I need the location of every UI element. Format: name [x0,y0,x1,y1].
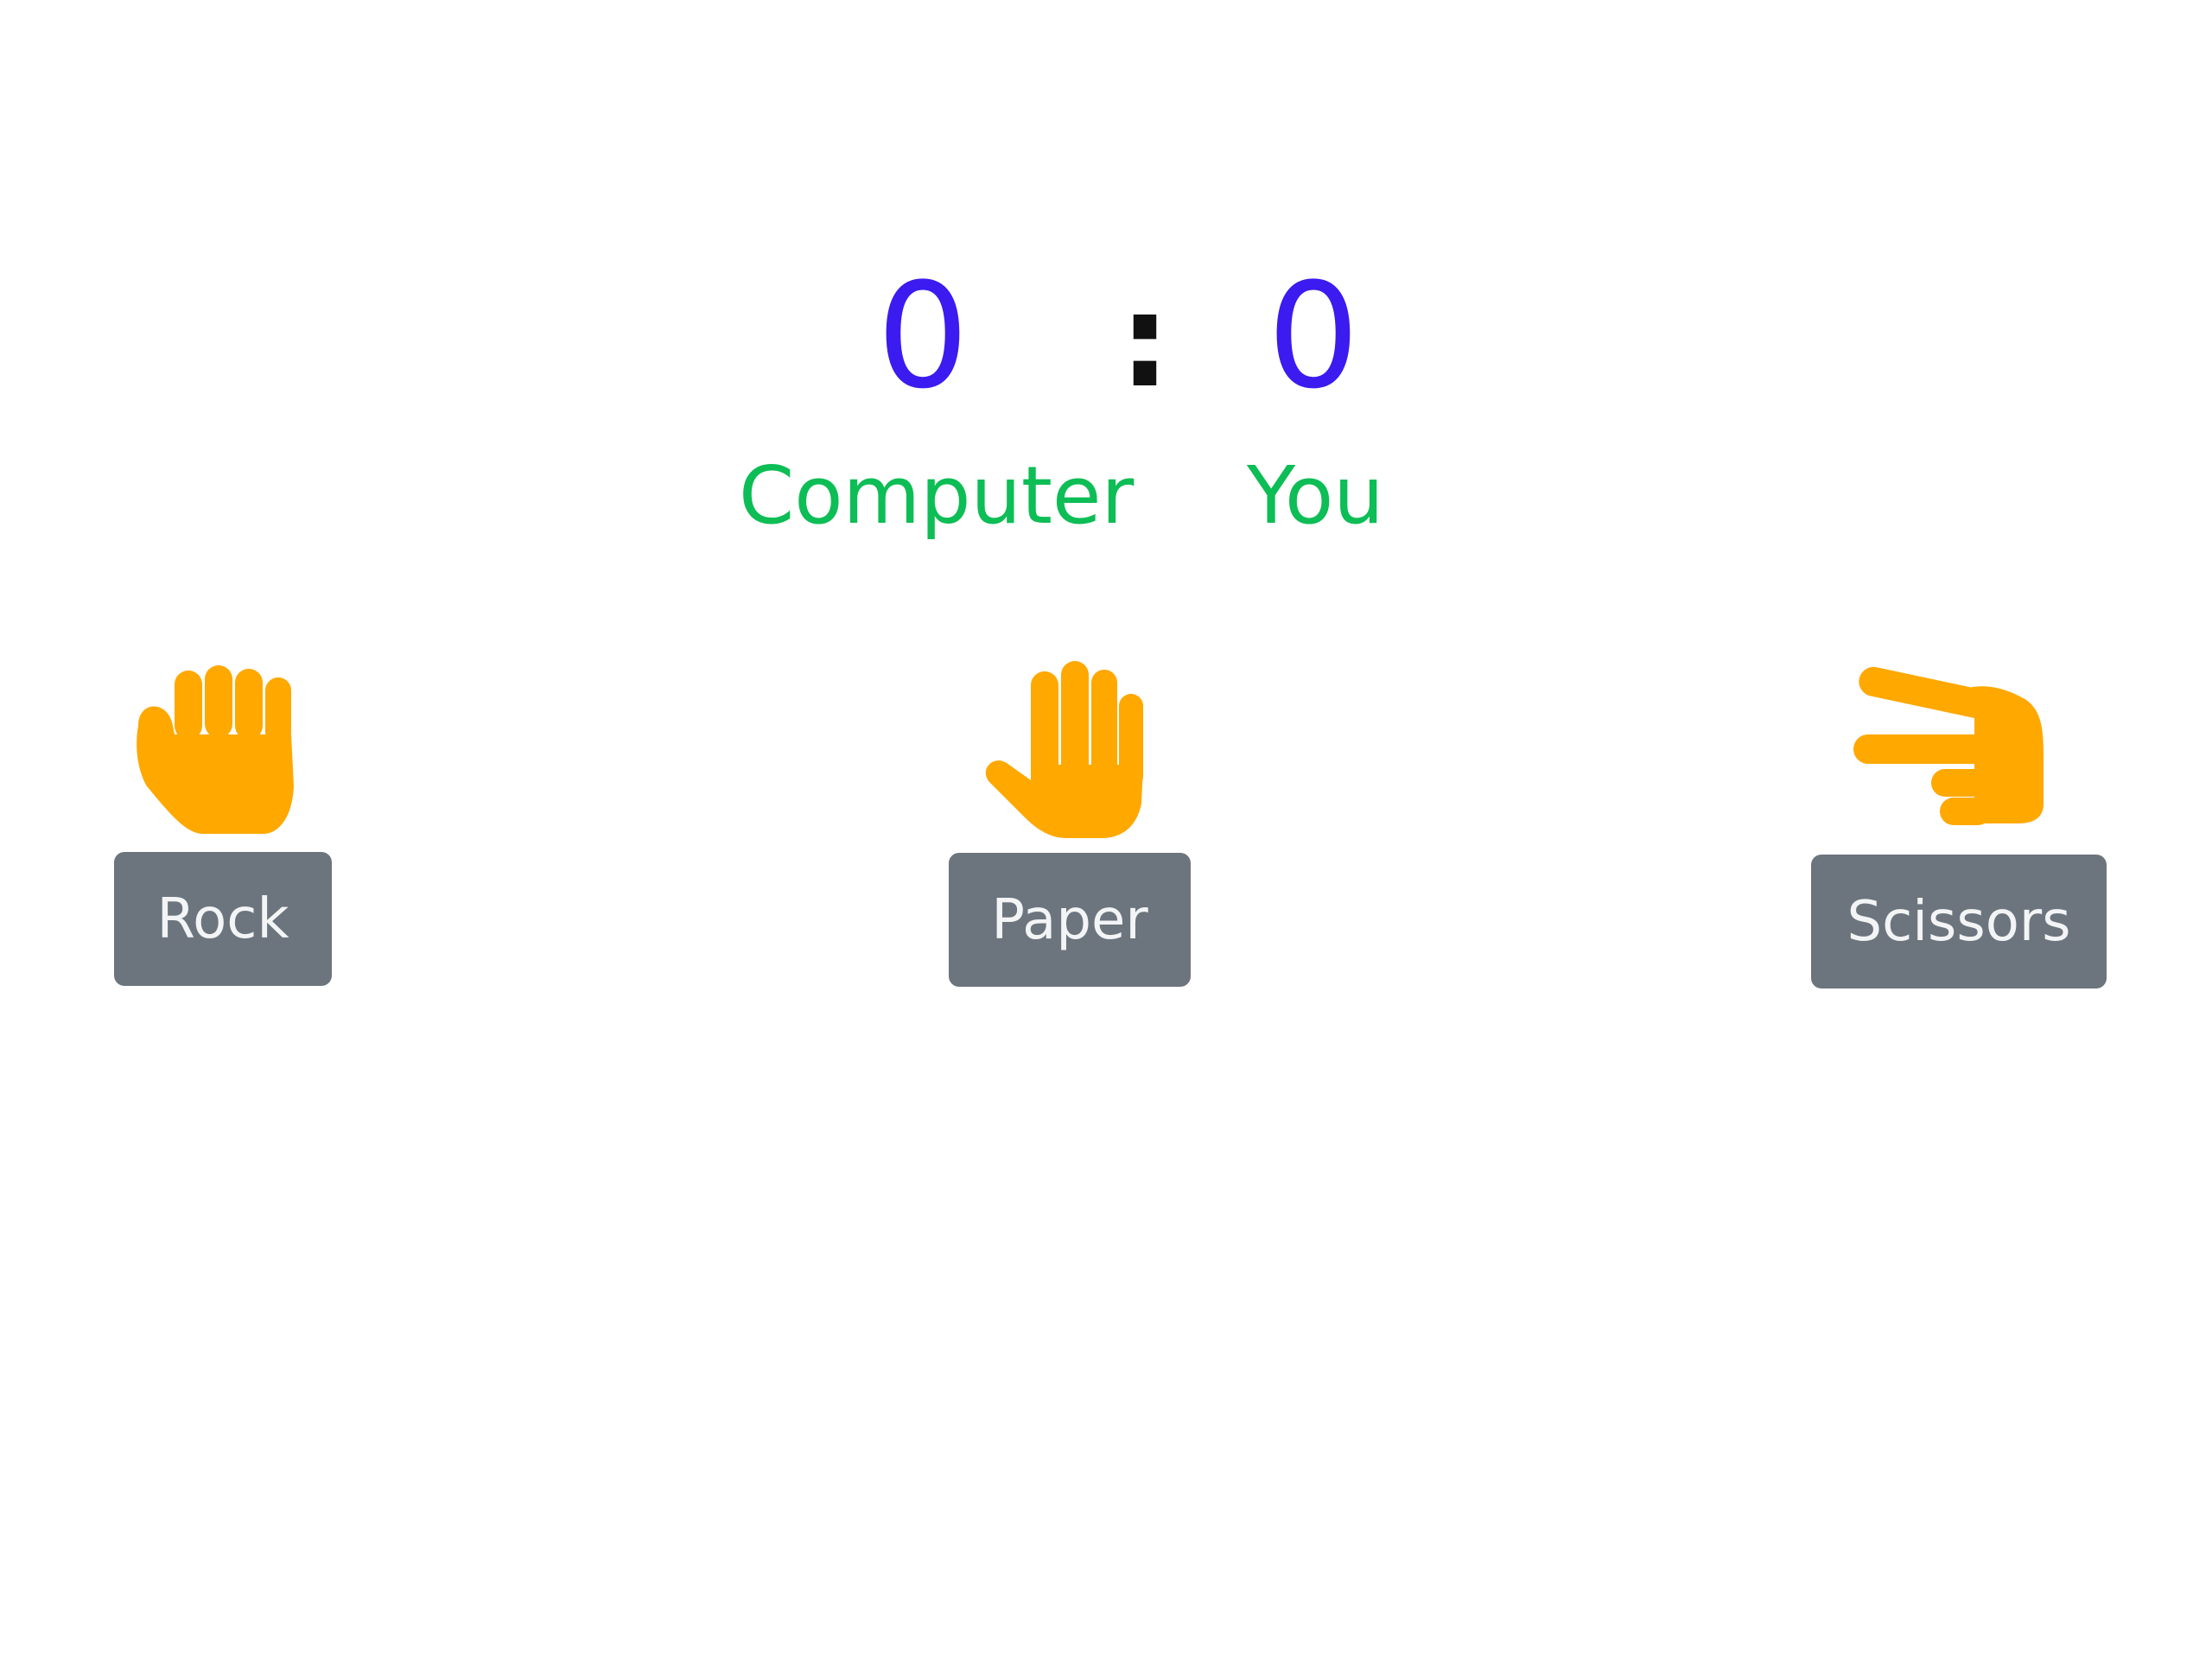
scissors-hand-icon [1845,661,2052,851]
paper-button[interactable]: Paper [949,853,1191,987]
rock-fist-icon [121,657,328,847]
scissors-button[interactable]: Scissors [1811,855,2107,988]
you-label: You [1247,449,1384,542]
computer-score: 0 [876,251,969,421]
you-score: 0 [1267,251,1360,421]
computer-label: Computer [739,449,1135,542]
score-separator: : [1119,266,1171,416]
paper-palm-icon [972,652,1179,842]
rock-button[interactable]: Rock [114,852,332,986]
